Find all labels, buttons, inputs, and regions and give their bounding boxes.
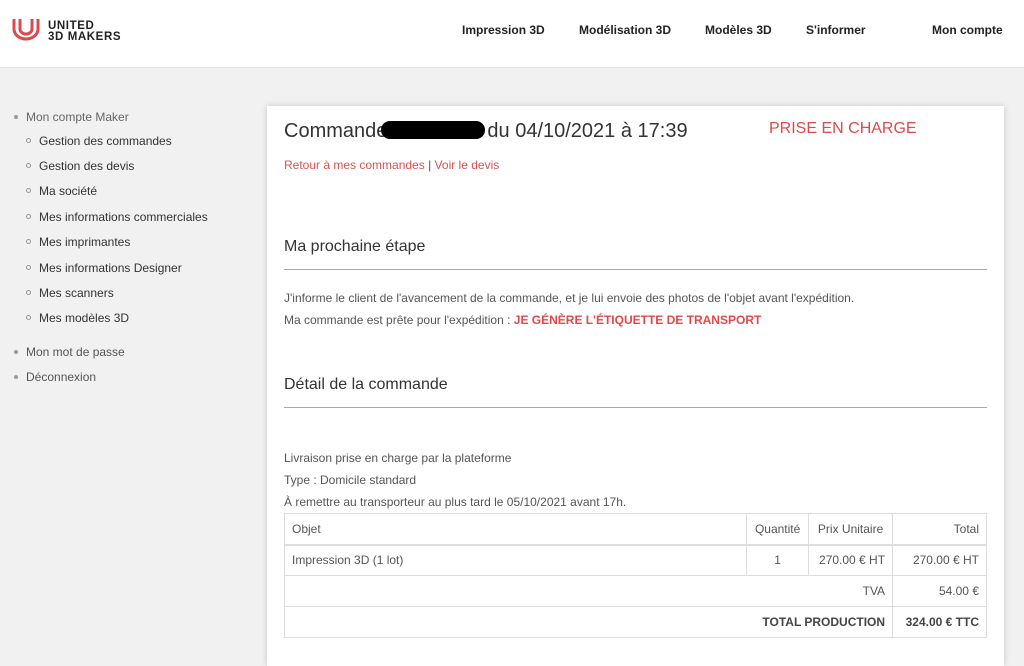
next-step-title: Ma prochaine étape [284,238,426,255]
column-header-unit-price: Prix Unitaire [808,513,894,546]
order-title-date: du 04/10/2021 à 17:39 [487,120,688,142]
sidebar-section-label: Mon compte Maker [26,110,129,124]
total-label: TOTAL PRODUCTION [283,606,894,638]
cell-total: 270.00 € HT [892,544,987,576]
sidebar-item-label: Mon mot de passe [26,345,125,359]
link-separator: | [428,158,432,172]
sidebar-item-label: Mes scanners [39,286,114,300]
column-header-object: Objet [283,513,748,546]
cell-object: Impression 3D (1 lot) [283,544,748,576]
nav-impression-3d[interactable]: Impression 3D [462,23,545,37]
next-step-info: J'informe le client de l'avancement de l… [284,291,855,305]
vat-row: TVA 54.00 € [283,575,987,607]
vat-value: 54.00 € [892,575,987,607]
sidebar-item-3d-models[interactable]: Mes modèles 3D [26,311,129,325]
sidebar-item-label: Ma société [39,184,98,198]
order-details-divider [284,407,987,408]
bullet-icon [26,188,31,194]
order-title-prefix: Commande [284,120,388,142]
bullet-icon [26,265,31,271]
sidebar-item-company[interactable]: Ma société [26,184,97,198]
cell-quantity: 1 [746,544,810,576]
nav-modelisation-3d[interactable]: Modélisation 3D [579,23,671,37]
cell-unit-price: 270.00 € HT [808,544,894,576]
bullet-icon [14,374,18,379]
back-to-orders-link[interactable]: Retour à mes commandes [284,158,425,172]
column-header-total: Total [892,513,987,546]
delivery-info: Livraison prise en charge par la platefo… [284,451,512,465]
view-quote-link[interactable]: Voir le devis [435,158,500,172]
sidebar-item-orders[interactable]: Gestion des commandes [26,134,172,148]
nav-s-informer[interactable]: S'informer [806,23,866,37]
bullet-icon [26,290,31,296]
sidebar-section-maker[interactable]: Mon compte Maker [14,110,129,124]
bullet-icon [26,214,31,220]
sidebar-item-password[interactable]: Mon mot de passe [14,345,125,359]
sidebar-item-label: Mes informations Designer [39,261,182,275]
delivery-type: Type : Domicile standard [284,473,417,487]
vat-label: TVA [283,575,894,607]
order-title: Commande du 04/10/2021 à 17:39 [284,120,688,143]
sidebar-item-scanners[interactable]: Mes scanners [26,286,114,300]
sidebar-item-quotes[interactable]: Gestion des devis [26,159,134,173]
sidebar-item-label: Mes imprimantes [39,235,131,249]
generate-shipping-label-link[interactable]: JE GÉNÈRE L'ÉTIQUETTE DE TRANSPORT [514,313,762,327]
sidebar-item-label: Mes informations commerciales [39,210,208,224]
total-row: TOTAL PRODUCTION 324.00 € TTC [283,606,987,638]
sidebar-item-label: Mes modèles 3D [39,311,130,325]
nav-modeles-3d[interactable]: Modèles 3D [705,23,772,37]
sidebar-item-printers[interactable]: Mes imprimantes [26,235,130,249]
sidebar-item-label: Gestion des commandes [39,134,172,148]
table-row: Impression 3D (1 lot) 1 270.00 € HT 270.… [283,544,987,576]
bullet-icon [14,349,18,354]
sidebar-item-designer-info[interactable]: Mes informations Designer [26,261,182,275]
total-value: 324.00 € TTC [892,606,987,638]
order-items-table: Objet Quantité Prix Unitaire Total Impre… [283,513,987,638]
bullet-icon [26,239,31,245]
bullet-icon [14,114,18,119]
bullet-icon [26,163,31,169]
order-card: Commande du 04/10/2021 à 17:39 PRISE EN C… [267,106,1004,666]
order-details-title: Détail de la commande [284,376,448,393]
sidebar-item-label: Déconnexion [26,370,97,384]
bullet-icon [26,315,31,321]
delivery-deadline: À remettre au transporteur au plus tard … [284,495,627,509]
order-status-badge: PRISE EN CHARGE [769,120,917,137]
sidebar-item-commercial-info[interactable]: Mes informations commerciales [26,210,208,224]
table-header-row: Objet Quantité Prix Unitaire Total [283,513,987,546]
sidebar-item-logout[interactable]: Déconnexion [14,370,96,384]
main-nav: Impression 3D Modélisation 3D Modèles 3D… [0,23,1024,39]
shipping-ready-text: Ma commande est prête pour l'expédition … [284,313,511,327]
site-header: UNITED 3D MAKERS Impression 3D Modélisat… [0,0,1024,68]
next-step-divider [284,269,987,270]
column-header-quantity: Quantité [746,513,810,546]
order-links: Retour à mes commandes | Voir le devis [284,158,499,172]
sidebar-item-label: Gestion des devis [39,159,135,173]
next-step-shipping: Ma commande est prête pour l'expédition … [284,313,761,327]
nav-mon-compte[interactable]: Mon compte [932,23,1003,37]
redacted-order-number [381,120,486,139]
bullet-icon [26,138,31,144]
